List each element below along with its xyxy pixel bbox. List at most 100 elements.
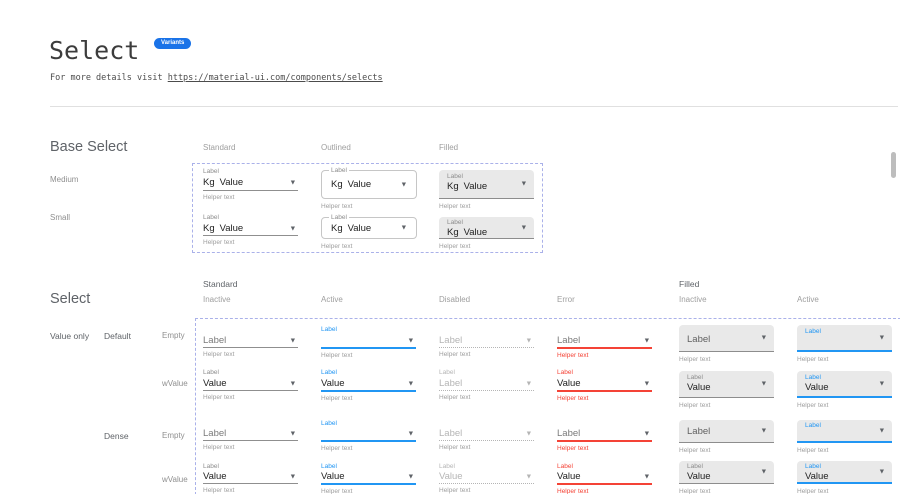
select-standard-disabled-default-empty-field[interactable]: Label▼ bbox=[439, 334, 534, 347]
dropdown-arrow-icon: ▼ bbox=[527, 473, 531, 481]
select-standard-inactive-dense-empty: Label▼Helper text bbox=[203, 420, 298, 451]
select-label: Label bbox=[321, 420, 416, 428]
select-label: Label bbox=[203, 463, 298, 471]
select-standard-disabled-dense-empty: Label▼ Helper text bbox=[439, 420, 534, 451]
select-filled-active-dense-empty-field[interactable]: Label▼ bbox=[797, 420, 892, 443]
select-standard-disabled-dense-wvalue-field[interactable]: Value ▼ bbox=[439, 471, 534, 483]
helper-text: Helper text bbox=[439, 444, 534, 451]
select-standard-error-default-empty-field[interactable]: Label▼ bbox=[557, 334, 652, 347]
select-value: Value bbox=[797, 382, 892, 394]
select-filled-active-default-wvalue-field[interactable]: LabelValue▼ bbox=[797, 371, 892, 398]
select-filled-inactive-default-empty: Label▼Helper text bbox=[679, 325, 774, 363]
scrollbar-thumb[interactable] bbox=[891, 152, 896, 178]
dropdown-arrow-icon: ▼ bbox=[522, 224, 526, 232]
base-select-standard-small-field[interactable]: KgValue▼ bbox=[203, 222, 298, 235]
base-select-standard-medium-field[interactable]: KgValue▼ bbox=[203, 176, 298, 190]
state-header-filled-active: Active bbox=[797, 295, 819, 304]
row-label-default-empty: Empty bbox=[162, 331, 185, 340]
select-label: Label bbox=[203, 369, 298, 377]
row-label-dense-wvalue: wValue bbox=[162, 475, 188, 484]
size-group-label-default: Default bbox=[104, 331, 131, 341]
select-underline bbox=[203, 390, 298, 391]
dropdown-arrow-icon: ▼ bbox=[409, 473, 413, 481]
select-standard-inactive-default-empty-field[interactable]: Label▼ bbox=[203, 334, 298, 347]
select-standard-disabled-default-wvalue: LabelLabel▼Helper text bbox=[439, 369, 534, 401]
select-standard-active-dense-empty: Label▼Helper text bbox=[321, 420, 416, 452]
select-standard-error-dense-empty: Label▼Helper text bbox=[557, 420, 652, 452]
select-standard-inactive-default-wvalue-field[interactable]: Value▼ bbox=[203, 377, 298, 390]
select-standard-active-default-empty-field[interactable]: ▼ bbox=[321, 334, 416, 347]
select-standard-inactive-dense-wvalue-field[interactable]: Value▼ bbox=[203, 471, 298, 483]
helper-text: Helper text bbox=[797, 488, 892, 494]
select-standard-error-dense-wvalue-field[interactable]: Value▼ bbox=[557, 471, 652, 483]
select-standard-error-dense-wvalue: LabelValue▼Helper text bbox=[557, 463, 652, 494]
select-filled-inactive-default-empty-field[interactable]: Label▼ bbox=[679, 325, 774, 352]
helper-text: Helper text bbox=[797, 402, 892, 409]
base-select-filled-medium-field[interactable]: LabelKgValue▼ bbox=[439, 170, 534, 199]
select-filled-inactive-dense-wvalue-field[interactable]: LabelValue▼ bbox=[679, 461, 774, 484]
select-value: Label bbox=[557, 335, 580, 346]
select-standard-error-default-wvalue-field[interactable]: Value▼ bbox=[557, 377, 652, 390]
select-filled-active-default-wvalue: LabelValue▼ Helper text bbox=[797, 371, 892, 409]
dropdown-arrow-icon: ▼ bbox=[880, 380, 884, 388]
intro-link[interactable]: https://material-ui.com/components/selec… bbox=[168, 73, 383, 83]
select-standard-disabled-dense-empty-field[interactable]: Label▼ bbox=[439, 428, 534, 440]
select-filled-active-default-empty: Label▼ Helper text bbox=[797, 325, 892, 363]
select-filled-inactive-default-wvalue-field[interactable]: LabelValue▼ bbox=[679, 371, 774, 398]
select-underline bbox=[439, 440, 534, 441]
select-underline bbox=[203, 347, 298, 348]
helper-text: Helper text bbox=[321, 395, 416, 402]
base-select-outlined-small: LabelKgValue▼Helper text bbox=[321, 217, 417, 250]
select-value: KgValue bbox=[439, 227, 534, 239]
base-select-filled-small-field[interactable]: LabelKgValue▼ bbox=[439, 217, 534, 239]
select-filled-active-default-empty-field[interactable]: Label▼ bbox=[797, 325, 892, 352]
helper-text: Helper text bbox=[679, 488, 774, 494]
base-select-outlined-medium-field[interactable]: LabelKgValue▼ bbox=[321, 170, 417, 199]
select-standard-inactive-dense-empty-field[interactable]: Label▼ bbox=[203, 428, 298, 440]
helper-text: Helper text bbox=[203, 394, 298, 401]
select-value: Label bbox=[557, 428, 580, 439]
select-label bbox=[203, 326, 298, 334]
helper-text: Helper text bbox=[439, 203, 534, 210]
select-underline bbox=[557, 440, 652, 442]
select-filled-inactive-dense-empty-field[interactable]: Label▼ bbox=[679, 420, 774, 443]
select-standard-error-default-wvalue: LabelValue▼Helper text bbox=[557, 369, 652, 402]
select-underline bbox=[321, 347, 416, 349]
select-value: Value bbox=[203, 378, 227, 389]
select-standard-error-dense-empty-field[interactable]: Label▼ bbox=[557, 428, 652, 440]
select-heading: Select bbox=[50, 291, 90, 307]
select-standard-active-default-wvalue-field[interactable]: Value▼ bbox=[321, 377, 416, 390]
select-filled-inactive-dense-empty: Label▼Helper text bbox=[679, 420, 774, 454]
select-value: Value bbox=[321, 471, 345, 482]
select-underline bbox=[439, 390, 534, 391]
state-header-standard-error: Error bbox=[557, 295, 575, 304]
select-value: Label bbox=[439, 378, 462, 389]
dropdown-arrow-icon: ▼ bbox=[402, 181, 406, 189]
select-adornment: Kg bbox=[331, 179, 343, 190]
select-filled-active-dense-wvalue: LabelValue▼ Helper text bbox=[797, 461, 892, 494]
select-underline bbox=[557, 390, 652, 392]
select-value: Value bbox=[220, 177, 244, 188]
base-select-standard-small: LabelKgValue▼Helper text bbox=[203, 214, 298, 246]
helper-text: Helper text bbox=[321, 488, 416, 494]
column-header-standard: Standard bbox=[203, 143, 235, 152]
state-header-standard-inactive: Inactive bbox=[203, 295, 231, 304]
select-adornment: Kg bbox=[331, 223, 343, 234]
select-value: Value bbox=[557, 471, 581, 482]
variants-badge: Variants bbox=[154, 38, 191, 49]
select-label bbox=[557, 326, 652, 334]
select-filled-active-dense-wvalue-field[interactable]: LabelValue▼ bbox=[797, 461, 892, 484]
select-standard-disabled-default-wvalue-field[interactable]: Label ▼ bbox=[439, 377, 534, 390]
helper-text: Helper text bbox=[321, 203, 417, 210]
select-label: Label bbox=[557, 369, 652, 377]
base-select-outlined-small-field[interactable]: LabelKgValue▼ bbox=[321, 217, 417, 239]
select-standard-active-dense-empty-field[interactable]: ▼ bbox=[321, 428, 416, 440]
dropdown-arrow-icon: ▼ bbox=[527, 380, 531, 388]
select-value: Value bbox=[439, 471, 463, 482]
select-standard-active-dense-wvalue-field[interactable]: Value ▼ bbox=[321, 471, 416, 483]
select-adornment: Kg bbox=[203, 223, 215, 234]
select-underline bbox=[321, 440, 416, 442]
helper-text: Helper text bbox=[797, 356, 892, 363]
dropdown-arrow-icon: ▼ bbox=[409, 337, 413, 345]
helper-text: Helper text bbox=[797, 447, 892, 454]
